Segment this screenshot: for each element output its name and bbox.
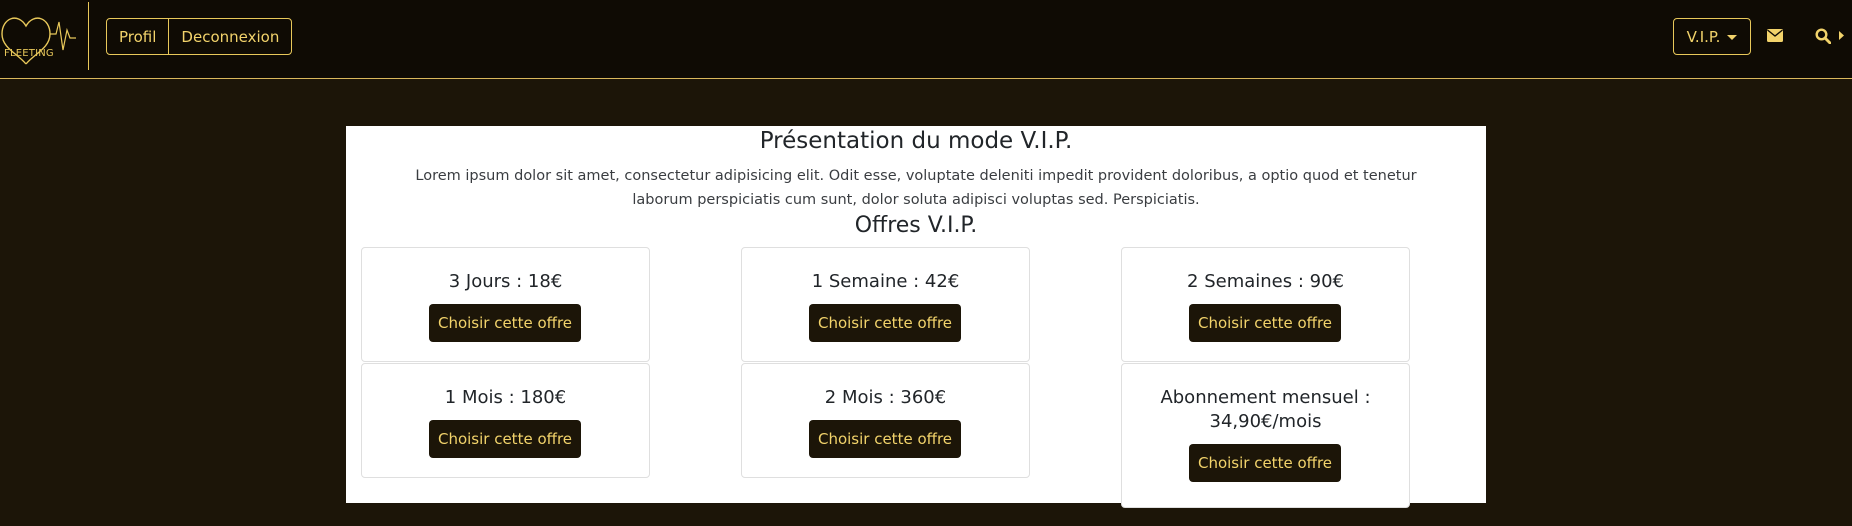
offer-card-3-days: 3 Jours : 18€ Choisir cette offre (361, 247, 650, 362)
offer-title: 1 Semaine : 42€ (811, 271, 960, 292)
offer-card-monthly-subscription: Abonnement mensuel : 34,90€/mois Choisir… (1121, 363, 1410, 508)
envelope-icon[interactable] (1767, 29, 1783, 42)
logo[interactable]: FLEETING (0, 4, 80, 70)
page-title: Présentation du mode V.I.P. (759, 128, 1073, 154)
choose-offer-button[interactable]: Choisir cette offre (1189, 304, 1341, 342)
profile-button[interactable]: Profil (107, 19, 168, 54)
offer-card-2-months: 2 Mois : 360€ Choisir cette offre (741, 363, 1030, 478)
choose-offer-button[interactable]: Choisir cette offre (809, 420, 961, 458)
offers-title: Offres V.I.P. (854, 213, 978, 238)
vip-dropdown[interactable]: V.I.P. (1673, 18, 1751, 55)
offer-title: 2 Mois : 360€ (824, 387, 947, 408)
choose-offer-button[interactable]: Choisir cette offre (429, 420, 581, 458)
intro-text: Lorem ipsum dolor sit amet, consectetur … (415, 168, 1417, 208)
choose-offer-button[interactable]: Choisir cette offre (809, 304, 961, 342)
caret-down-icon (1727, 34, 1738, 40)
top-navbar: FLEETING Profil Deconnexion V.I.P. (0, 0, 1852, 79)
vip-presentation-panel: Présentation du mode V.I.P. Lorem ipsum … (346, 126, 1486, 508)
offer-title: 1 Mois : 180€ (444, 387, 567, 408)
choose-offer-button[interactable]: Choisir cette offre (429, 304, 581, 342)
search-icon[interactable] (1815, 28, 1831, 44)
offer-card-2-weeks: 2 Semaines : 90€ Choisir cette offre (1121, 247, 1410, 362)
offer-card-1-week: 1 Semaine : 42€ Choisir cette offre (741, 247, 1030, 362)
heart-logo-icon (1, 17, 76, 65)
logout-button[interactable]: Deconnexion (168, 19, 291, 54)
logo-text: FLEETING (4, 48, 54, 59)
navbar-divider (88, 2, 89, 70)
account-button-group: Profil Deconnexion (106, 18, 293, 55)
choose-offer-button[interactable]: Choisir cette offre (1189, 444, 1341, 482)
offer-card-1-month: 1 Mois : 180€ Choisir cette offre (361, 363, 650, 478)
vip-dropdown-label: V.I.P. (1686, 27, 1721, 46)
offer-title: Abonnement mensuel : 34,90€/mois (1160, 387, 1371, 432)
offer-title: 2 Semaines : 90€ (1187, 271, 1344, 292)
chevron-right-icon[interactable] (1837, 30, 1845, 41)
offer-title: 3 Jours : 18€ (448, 271, 563, 292)
